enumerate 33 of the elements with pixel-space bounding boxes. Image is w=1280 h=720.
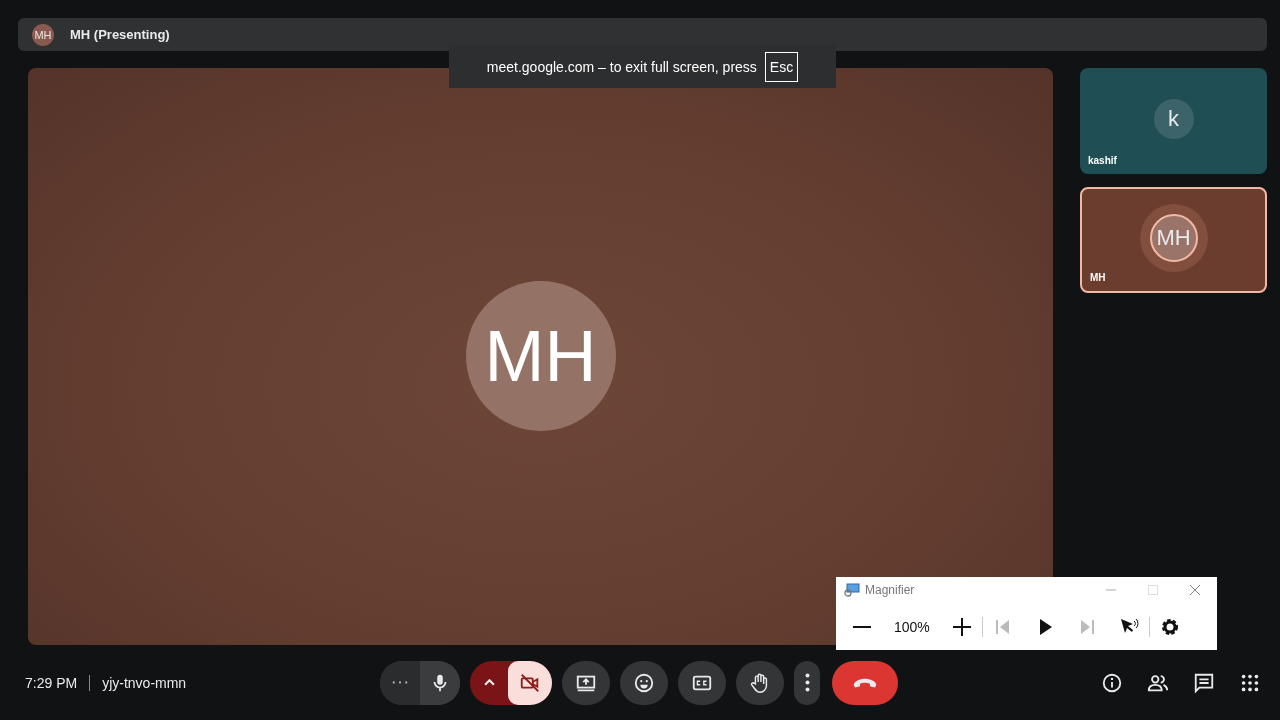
participant-name: MH — [1090, 272, 1106, 283]
hang-up-icon — [853, 677, 877, 688]
present-button[interactable] — [562, 660, 610, 705]
caret-icon — [483, 679, 495, 686]
esc-key: Esc — [764, 51, 799, 82]
mic-button[interactable] — [420, 660, 460, 705]
more-options-button[interactable] — [794, 660, 820, 705]
camera-off-button[interactable] — [508, 660, 552, 705]
participant-avatar: MH — [1149, 214, 1198, 262]
leave-call-button[interactable] — [832, 660, 898, 705]
magnifier-app-icon — [844, 583, 860, 597]
window-title: Magnifier — [865, 583, 915, 597]
reactions-button[interactable] — [620, 660, 668, 705]
raise-hand-button[interactable] — [736, 660, 784, 705]
more-icon — [804, 673, 810, 692]
settings-icon[interactable] — [1159, 616, 1180, 637]
chat-icon — [1193, 671, 1215, 694]
more-icon — [392, 681, 408, 684]
zoom-in-icon[interactable] — [951, 616, 972, 637]
captions-button[interactable] — [678, 660, 726, 705]
presenter-title: MH (Presenting) — [70, 27, 170, 42]
meeting-time: 7:29 PM — [25, 674, 78, 691]
meeting-code: yjy-tnvo-mmn — [102, 674, 187, 691]
presenter-avatar: MH — [32, 23, 54, 46]
info-icon — [1101, 671, 1123, 694]
camera-off-icon — [519, 671, 541, 694]
smiley-icon — [633, 671, 655, 694]
toast-message: meet.google.com – to exit full screen, press — [486, 58, 757, 75]
participant-avatar: MH — [465, 280, 616, 431]
close-icon[interactable] — [1189, 584, 1201, 596]
participant-name: kashif — [1088, 155, 1117, 166]
zoom-level: 100% — [894, 618, 930, 635]
participant-avatar: k — [1153, 99, 1194, 139]
